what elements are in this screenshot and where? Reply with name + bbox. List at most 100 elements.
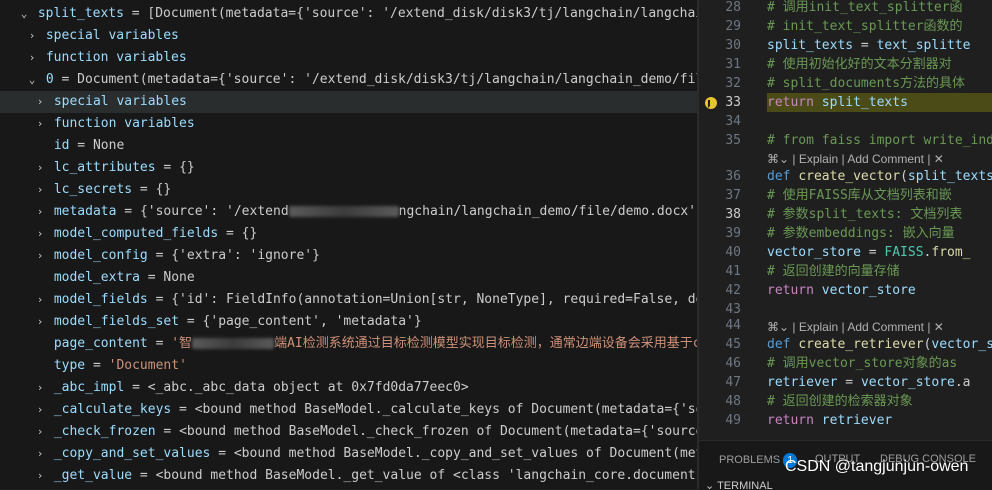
- variable-row[interactable]: › _abc_impl = <_abc._abc_data object at …: [0, 377, 697, 399]
- code-line[interactable]: 41 # 返回创建的向量存储: [699, 262, 992, 281]
- chevron-right-icon[interactable]: ›: [26, 47, 38, 69]
- variable-row[interactable]: type = 'Document': [0, 355, 697, 377]
- variable-value: 'Document': [108, 358, 187, 373]
- code-line[interactable]: 36 def create_vector(split_texts: [699, 167, 992, 186]
- variable-value: <bound method BaseModel._get_value of <c…: [155, 468, 697, 483]
- chevron-right-icon[interactable]: ›: [34, 91, 46, 113]
- code-text: retriever = vector_store.a: [767, 375, 971, 390]
- line-number: 48: [725, 394, 741, 409]
- chevron-right-icon[interactable]: ›: [34, 201, 46, 223]
- code-text: split_texts = text_splitte: [767, 38, 971, 53]
- variable-row[interactable]: id = None: [0, 135, 697, 157]
- variable-value: None: [163, 270, 195, 285]
- code-line[interactable]: 34: [699, 112, 992, 131]
- variable-row[interactable]: › metadata = {'source': '/extend ngchain/…: [0, 201, 697, 223]
- line-number: 44: [725, 318, 741, 333]
- variable-name: 0: [38, 72, 54, 87]
- code-text: return retriever: [767, 413, 893, 428]
- chevron-right-icon[interactable]: ›: [34, 245, 46, 267]
- variable-row[interactable]: › model_fields_set = {'page_content', 'm…: [0, 311, 697, 333]
- chevron-down-icon[interactable]: ⌄: [18, 3, 30, 25]
- variable-name: lc_secrets: [46, 182, 133, 197]
- variable-row[interactable]: ⌄ split_texts = [Document(metadata={'sou…: [0, 3, 697, 25]
- line-number: 35: [725, 133, 741, 148]
- variable-name: special variables: [38, 28, 179, 43]
- variable-value: {'id': FieldInfo(annotation=Union[str, N…: [171, 292, 697, 307]
- chevron-right-icon[interactable]: ›: [34, 113, 46, 135]
- watermark: CSDN @tangjunjun-owen: [785, 458, 969, 475]
- code-line[interactable]: 48 # 返回创建的检索器对象: [699, 392, 992, 411]
- line-number: 41: [725, 264, 741, 279]
- line-number: 29: [725, 19, 741, 34]
- terminal-section-header[interactable]: ⌄ TERMINAL: [705, 479, 773, 490]
- line-number: 47: [725, 375, 741, 390]
- line-number: 39: [725, 226, 741, 241]
- variable-name: model_fields: [46, 292, 148, 307]
- variable-row[interactable]: page_content = '智 端AI检测系统通过目标检测模型实现目标检测，通…: [0, 333, 697, 355]
- chevron-right-icon[interactable]: ›: [34, 311, 46, 333]
- variable-name: model_fields_set: [46, 314, 180, 329]
- code-text: return vector_store: [767, 283, 916, 298]
- variable-row[interactable]: › lc_secrets = {}: [0, 179, 697, 201]
- codelens-actions[interactable]: ⌘⌄ | Explain | Add Comment | ✕: [767, 319, 944, 335]
- line-number: 40: [725, 245, 741, 260]
- code-line[interactable]: 38 # 参数split_texts: 文档列表: [699, 205, 992, 224]
- chevron-down-icon[interactable]: ⌄: [26, 69, 38, 91]
- variable-row[interactable]: › _check_frozen = <bound method BaseMode…: [0, 421, 697, 443]
- variable-value: {}: [179, 160, 195, 175]
- code-line[interactable]: 37 # 使用FAISS库从文档列表和嵌: [699, 186, 992, 205]
- code-line[interactable]: 45 def create_retriever(vector_st: [699, 335, 992, 354]
- code-line[interactable]: 49 return retriever: [699, 411, 992, 430]
- codelens-actions[interactable]: ⌘⌄ | Explain | Add Comment | ✕: [767, 151, 944, 167]
- variable-row[interactable]: › special variables: [0, 91, 697, 113]
- code-editor[interactable]: 28 # 调用init_text_splitter函 29 # init_text…: [699, 0, 992, 440]
- chevron-right-icon[interactable]: ›: [34, 443, 46, 465]
- code-line[interactable]: 47 retriever = vector_store.a: [699, 373, 992, 392]
- variable-value: [Document(metadata={'source': '/extend_d…: [147, 6, 697, 21]
- variable-row[interactable]: › _calculate_keys = <bound method BaseMo…: [0, 399, 697, 421]
- variable-row[interactable]: › function variables: [0, 47, 697, 69]
- variable-row[interactable]: › _copy_and_set_values = <bound method B…: [0, 443, 697, 465]
- line-number: 49: [725, 413, 741, 428]
- code-line[interactable]: 28 # 调用init_text_splitter函: [699, 0, 992, 17]
- code-line[interactable]: 32 # split_documents方法的具体: [699, 74, 992, 93]
- code-line[interactable]: 33 return split_texts: [699, 93, 992, 112]
- variable-row[interactable]: model_extra = None: [0, 267, 697, 289]
- variable-row[interactable]: › model_computed_fields = {}: [0, 223, 697, 245]
- variable-row[interactable]: › special variables: [0, 25, 697, 47]
- variable-value: {'page_content', 'metadata'}: [202, 314, 422, 329]
- chevron-right-icon[interactable]: ›: [34, 465, 46, 487]
- variable-row[interactable]: ⌄ 0 = Document(metadata={'source': '/ext…: [0, 69, 697, 91]
- variable-value: <_abc._abc_data object at 0x7fd0da77eec0…: [147, 380, 469, 395]
- variable-row[interactable]: › model_fields = {'id': FieldInfo(annota…: [0, 289, 697, 311]
- variable-row[interactable]: › function variables: [0, 113, 697, 135]
- code-text: # init_text_splitter函数的: [767, 19, 963, 34]
- code-text: # 参数split_texts: 文档列表: [767, 207, 963, 222]
- variable-value: '智 端AI检测系统通过目标检测模型实现目标检测，通常边端设备会采用基于cn…: [171, 336, 697, 351]
- code-line[interactable]: 31 # 使用初始化好的文本分割器对: [699, 55, 992, 74]
- variable-row[interactable]: › model_config = {'extra': 'ignore'}: [0, 245, 697, 267]
- line-number: 32: [725, 76, 741, 91]
- chevron-right-icon[interactable]: ›: [34, 399, 46, 421]
- chevron-right-icon[interactable]: ›: [34, 179, 46, 201]
- code-line[interactable]: 29 # init_text_splitter函数的: [699, 17, 992, 36]
- code-line[interactable]: 30 split_texts = text_splitte: [699, 36, 992, 55]
- chevron-right-icon[interactable]: ›: [34, 157, 46, 179]
- chevron-right-icon[interactable]: ›: [34, 289, 46, 311]
- code-text: # 返回创建的检索器对象: [767, 394, 913, 409]
- variable-row[interactable]: › lc_attributes = {}: [0, 157, 697, 179]
- chevron-right-icon[interactable]: ›: [34, 223, 46, 245]
- code-line[interactable]: 35 # from faiss import write_inde: [699, 131, 992, 150]
- variable-value: {}: [241, 226, 258, 241]
- variable-row[interactable]: › _get_value = <bound method BaseModel._…: [0, 465, 697, 487]
- code-line[interactable]: 46 # 调用vector_store对象的as: [699, 354, 992, 373]
- variable-name: _check_frozen: [46, 424, 156, 439]
- breakpoint-current-icon[interactable]: [705, 97, 717, 109]
- code-line[interactable]: 39 # 参数embeddings: 嵌入向量: [699, 224, 992, 243]
- chevron-right-icon[interactable]: ›: [34, 377, 46, 399]
- variable-value: {'extra': 'ignore'}: [171, 248, 320, 263]
- code-line[interactable]: 40 vector_store = FAISS.from_: [699, 243, 992, 262]
- chevron-right-icon[interactable]: ›: [34, 421, 46, 443]
- code-line[interactable]: 42 return vector_store: [699, 281, 992, 300]
- chevron-right-icon[interactable]: ›: [26, 25, 38, 47]
